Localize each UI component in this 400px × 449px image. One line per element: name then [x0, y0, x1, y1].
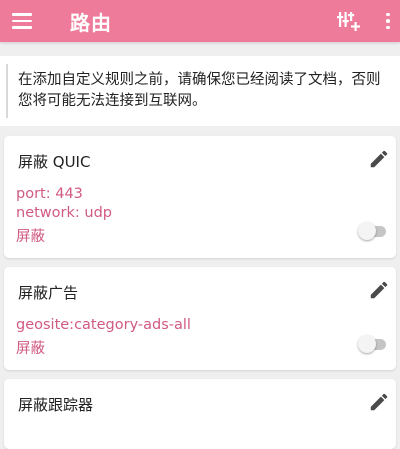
app-bar: 路由	[0, 0, 400, 42]
pencil-icon	[370, 393, 388, 411]
hamburger-menu-icon	[12, 13, 32, 16]
rule-name: 屏蔽广告	[18, 284, 79, 302]
pencil-icon	[370, 150, 388, 168]
rule-enable-toggle[interactable]	[356, 221, 390, 241]
rule-enable-toggle[interactable]	[356, 334, 390, 354]
add-rule-icon	[337, 12, 360, 31]
documentation-notice: 在添加自定义规则之前，请确保您已经阅读了文档，否则您将可能无法连接到互联网。	[0, 56, 400, 126]
notice-quote-bar	[6, 64, 8, 118]
pencil-icon	[370, 281, 388, 299]
rule-card: 屏蔽广告 geosite:category-ads-all 屏蔽	[4, 267, 396, 370]
rule-name: 屏蔽 QUIC	[18, 153, 91, 171]
edit-rule-button[interactable]	[368, 279, 390, 301]
more-options-button[interactable]	[380, 9, 396, 33]
edit-rule-button[interactable]	[368, 148, 390, 170]
edit-rule-button[interactable]	[368, 391, 390, 413]
add-rule-button[interactable]	[336, 9, 360, 33]
rule-detail-port: port: 443	[16, 186, 83, 202]
rule-action: 屏蔽	[16, 341, 45, 357]
menu-button[interactable]	[10, 9, 36, 33]
rule-action: 屏蔽	[16, 229, 45, 245]
page-title: 路由	[70, 11, 112, 35]
rule-card: 屏蔽跟踪器	[4, 379, 396, 449]
rule-name: 屏蔽跟踪器	[18, 396, 94, 414]
rule-detail-network: network: udp	[16, 205, 112, 221]
rule-card: 屏蔽 QUIC port: 443 network: udp 屏蔽	[4, 136, 396, 258]
notice-text: 在添加自定义规则之前，请确保您已经阅读了文档，否则您将可能无法连接到互联网。	[18, 72, 381, 109]
rule-detail-geosite: geosite:category-ads-all	[16, 317, 191, 333]
more-vert-icon	[386, 12, 390, 17]
